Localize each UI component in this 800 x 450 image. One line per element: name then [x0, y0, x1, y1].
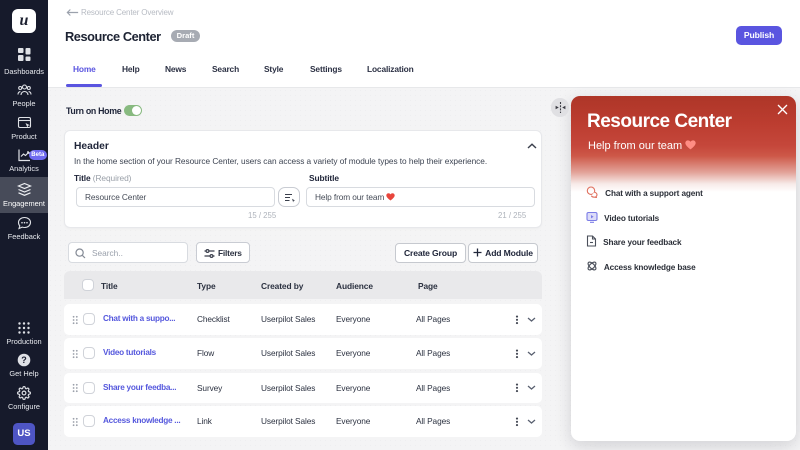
svg-text:?: ? — [21, 355, 27, 365]
